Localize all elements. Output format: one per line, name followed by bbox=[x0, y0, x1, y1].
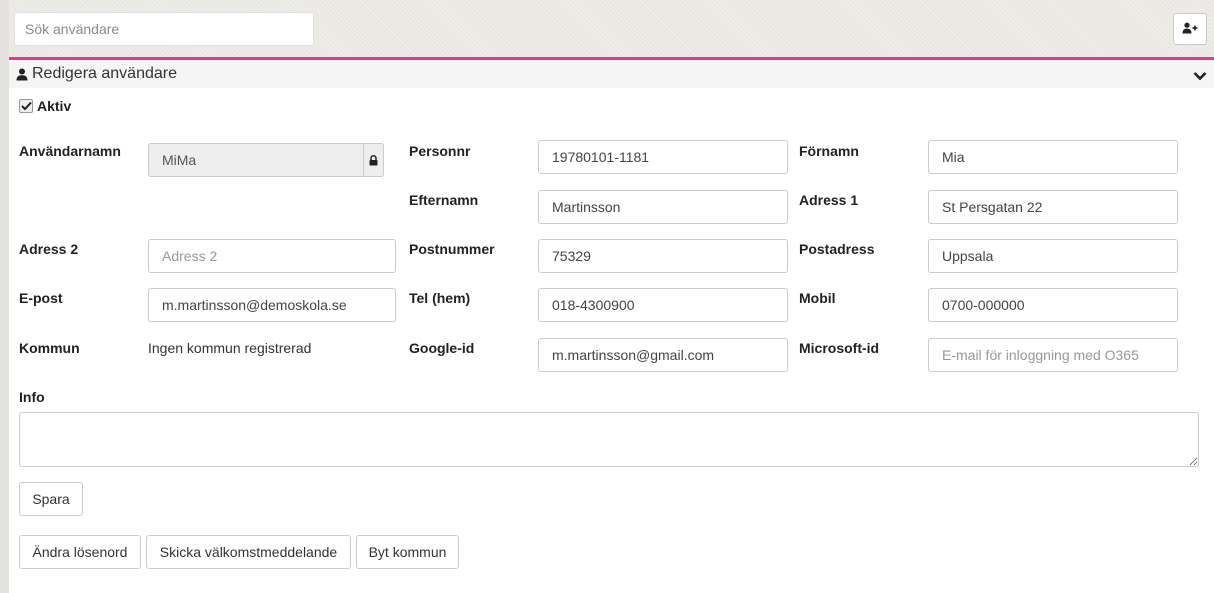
active-label: Aktiv bbox=[37, 98, 72, 114]
efternamn-input[interactable] bbox=[538, 190, 788, 224]
adress1-label: Adress 1 bbox=[799, 192, 859, 208]
efternamn-label: Efternamn bbox=[409, 192, 479, 208]
personnr-label: Personnr bbox=[409, 143, 471, 159]
personnr-input[interactable] bbox=[538, 140, 788, 174]
postadress-label: Postadress bbox=[799, 241, 875, 257]
panel-title: Redigera användare bbox=[32, 65, 177, 82]
adress2-label: Adress 2 bbox=[19, 241, 79, 257]
epost-label: E-post bbox=[19, 290, 63, 306]
top-toolbar bbox=[9, 0, 1214, 57]
microsoft-id-label: Microsoft-id bbox=[799, 340, 880, 356]
postadress-input[interactable] bbox=[928, 239, 1178, 273]
active-checkbox[interactable] bbox=[19, 99, 33, 113]
google-id-label: Google-id bbox=[409, 340, 475, 356]
mobil-label: Mobil bbox=[799, 290, 836, 306]
lock-icon bbox=[363, 144, 383, 176]
change-municipality-button[interactable]: Byt kommun bbox=[356, 535, 459, 569]
postnummer-input[interactable] bbox=[538, 239, 788, 273]
adress1-input[interactable] bbox=[928, 190, 1178, 224]
add-user-button[interactable] bbox=[1173, 13, 1207, 45]
info-label: Info bbox=[19, 389, 45, 405]
panel-header[interactable]: Redigera användare bbox=[9, 60, 1214, 88]
info-textarea[interactable] bbox=[19, 412, 1199, 467]
active-checkbox-row[interactable]: Aktiv bbox=[19, 98, 71, 114]
chevron-down-icon[interactable] bbox=[1193, 68, 1207, 84]
send-welcome-button[interactable]: Skicka välkomstmeddelande bbox=[146, 535, 351, 569]
adress2-input[interactable] bbox=[148, 239, 396, 273]
user-icon bbox=[16, 68, 28, 81]
microsoft-id-input[interactable] bbox=[928, 338, 1178, 372]
tel-hem-input[interactable] bbox=[538, 288, 788, 322]
username-field: MiMa bbox=[148, 143, 384, 177]
kommun-label: Kommun bbox=[19, 340, 80, 356]
add-user-icon bbox=[1182, 22, 1198, 37]
epost-input[interactable] bbox=[148, 288, 396, 322]
fornamn-label: Förnamn bbox=[799, 143, 859, 159]
change-password-button[interactable]: Ändra lösenord bbox=[19, 535, 141, 569]
checkmark-icon bbox=[20, 101, 32, 111]
kommun-value: Ingen kommun registrerad bbox=[148, 340, 312, 356]
search-input[interactable] bbox=[14, 12, 314, 46]
postnummer-label: Postnummer bbox=[409, 241, 495, 257]
username-value: MiMa bbox=[162, 152, 197, 168]
fornamn-input[interactable] bbox=[928, 140, 1178, 174]
left-rail bbox=[0, 0, 9, 593]
username-label: Användarnamn bbox=[19, 143, 121, 159]
tel-hem-label: Tel (hem) bbox=[409, 290, 471, 306]
mobil-input[interactable] bbox=[928, 288, 1178, 322]
save-button[interactable]: Spara bbox=[19, 482, 83, 516]
google-id-input[interactable] bbox=[538, 338, 788, 372]
